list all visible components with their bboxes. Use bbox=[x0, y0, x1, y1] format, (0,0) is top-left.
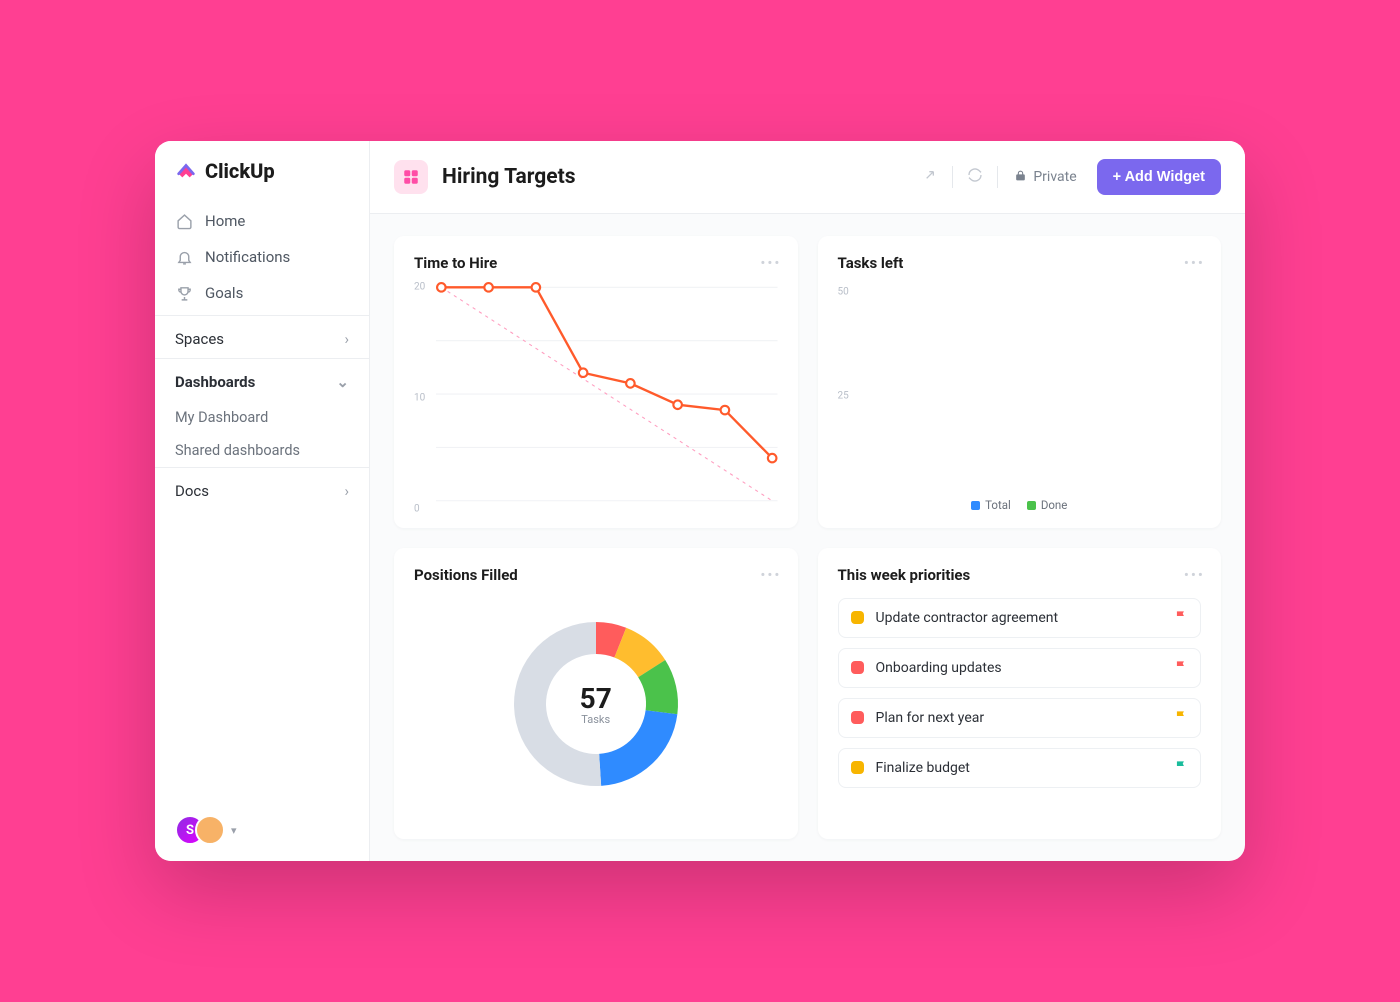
axis-tick: 50 bbox=[838, 287, 849, 298]
group-label: Spaces bbox=[175, 330, 224, 348]
card-title: Tasks left bbox=[838, 254, 1202, 272]
priority-text: Plan for next year bbox=[876, 710, 1163, 726]
nav-goals[interactable]: Goals bbox=[155, 275, 369, 311]
priority-text: Onboarding updates bbox=[876, 660, 1163, 676]
home-icon bbox=[175, 212, 193, 230]
refresh-icon[interactable] bbox=[959, 161, 991, 193]
positions-filled-chart: 57 Tasks bbox=[414, 584, 778, 826]
divider bbox=[997, 166, 998, 188]
topbar: Hiring Targets Private + Add Widget bbox=[370, 141, 1245, 214]
privacy-indicator[interactable]: Private bbox=[1004, 169, 1086, 186]
sidebar-footer[interactable]: S ▾ bbox=[155, 799, 369, 861]
group-label: Dashboards bbox=[175, 373, 255, 391]
chart-legend: Total Done bbox=[838, 498, 1202, 512]
sidebar-item-my-dashboard[interactable]: My Dashboard bbox=[155, 401, 369, 434]
more-icon[interactable]: ••• bbox=[760, 254, 781, 272]
flag-icon bbox=[1174, 759, 1188, 777]
card-time-to-hire: Time to Hire ••• 20 10 0 bbox=[394, 236, 798, 528]
card-priorities: This week priorities ••• Update contract… bbox=[818, 548, 1222, 840]
caret-down-icon: ▾ bbox=[231, 824, 237, 837]
flag-icon bbox=[1174, 609, 1188, 627]
priority-item[interactable]: Plan for next year bbox=[838, 698, 1202, 738]
sidebar-group-dashboards[interactable]: Dashboards ⌄ bbox=[155, 358, 369, 401]
add-widget-button[interactable]: + Add Widget bbox=[1097, 159, 1221, 195]
app-window: ClickUp Home Notifications Goals Spaces … bbox=[155, 141, 1245, 861]
nav-label: Goals bbox=[205, 284, 243, 302]
page-title: Hiring Targets bbox=[442, 165, 576, 189]
donut-center: 57 Tasks bbox=[580, 682, 612, 726]
brand-name: ClickUp bbox=[205, 159, 275, 183]
priority-item[interactable]: Finalize budget bbox=[838, 748, 1202, 788]
status-square-icon bbox=[851, 661, 864, 674]
card-title: Positions Filled bbox=[414, 566, 778, 584]
sidebar-group-docs[interactable]: Docs › bbox=[155, 467, 369, 510]
bell-icon bbox=[175, 248, 193, 266]
more-icon[interactable]: ••• bbox=[1184, 566, 1205, 584]
card-title: Time to Hire bbox=[414, 254, 778, 272]
status-square-icon bbox=[851, 711, 864, 724]
more-icon[interactable]: ••• bbox=[760, 566, 781, 584]
priorities-list: Update contractor agreement Onboarding u… bbox=[838, 598, 1202, 826]
sidebar-group-spaces[interactable]: Spaces › bbox=[155, 315, 369, 358]
tasks-left-chart: 50 25 Total Done bbox=[838, 278, 1202, 514]
group-label: Docs bbox=[175, 482, 209, 500]
status-square-icon bbox=[851, 761, 864, 774]
expand-icon[interactable] bbox=[914, 161, 946, 193]
more-icon[interactable]: ••• bbox=[1184, 254, 1205, 272]
priority-item[interactable]: Onboarding updates bbox=[838, 648, 1202, 688]
chevron-down-icon: ⌄ bbox=[336, 373, 349, 391]
dashboard-icon bbox=[394, 160, 428, 194]
priority-text: Update contractor agreement bbox=[876, 610, 1163, 626]
clickup-logo-icon bbox=[175, 160, 197, 182]
chevron-right-icon: › bbox=[344, 482, 349, 500]
privacy-label: Private bbox=[1033, 169, 1076, 185]
brand[interactable]: ClickUp bbox=[155, 141, 369, 199]
card-tasks-left: Tasks left ••• 50 25 Total Done bbox=[818, 236, 1222, 528]
status-square-icon bbox=[851, 611, 864, 624]
lock-icon bbox=[1014, 169, 1027, 186]
legend-total: Total bbox=[971, 498, 1011, 512]
donut-sublabel: Tasks bbox=[580, 713, 612, 726]
chevron-right-icon: › bbox=[344, 330, 349, 348]
axis-tick: 0 bbox=[414, 503, 420, 514]
sidebar-primary-nav: Home Notifications Goals bbox=[155, 199, 369, 315]
divider bbox=[952, 166, 953, 188]
nav-home[interactable]: Home bbox=[155, 203, 369, 239]
axis-tick: 10 bbox=[414, 392, 425, 403]
flag-icon bbox=[1174, 659, 1188, 677]
flag-icon bbox=[1174, 709, 1188, 727]
time-to-hire-chart: 20 10 0 bbox=[414, 282, 778, 514]
card-title: This week priorities bbox=[838, 566, 1202, 584]
priority-item[interactable]: Update contractor agreement bbox=[838, 598, 1202, 638]
legend-done: Done bbox=[1027, 498, 1068, 512]
nav-label: Home bbox=[205, 212, 245, 230]
nav-label: Notifications bbox=[205, 248, 290, 266]
dashboard-grid: Time to Hire ••• 20 10 0 Tasks left ••• … bbox=[370, 214, 1245, 861]
nav-notifications[interactable]: Notifications bbox=[155, 239, 369, 275]
donut-number: 57 bbox=[580, 682, 612, 715]
trophy-icon bbox=[175, 284, 193, 302]
avatar bbox=[195, 815, 225, 845]
main: Hiring Targets Private + Add Widget Time… bbox=[370, 141, 1245, 861]
sidebar-item-shared-dashboards[interactable]: Shared dashboards bbox=[155, 434, 369, 467]
sidebar: ClickUp Home Notifications Goals Spaces … bbox=[155, 141, 370, 861]
axis-tick: 25 bbox=[838, 390, 849, 401]
priority-text: Finalize budget bbox=[876, 760, 1163, 776]
card-positions-filled: Positions Filled ••• 57 Tasks bbox=[394, 548, 798, 840]
axis-tick: 20 bbox=[414, 281, 425, 292]
